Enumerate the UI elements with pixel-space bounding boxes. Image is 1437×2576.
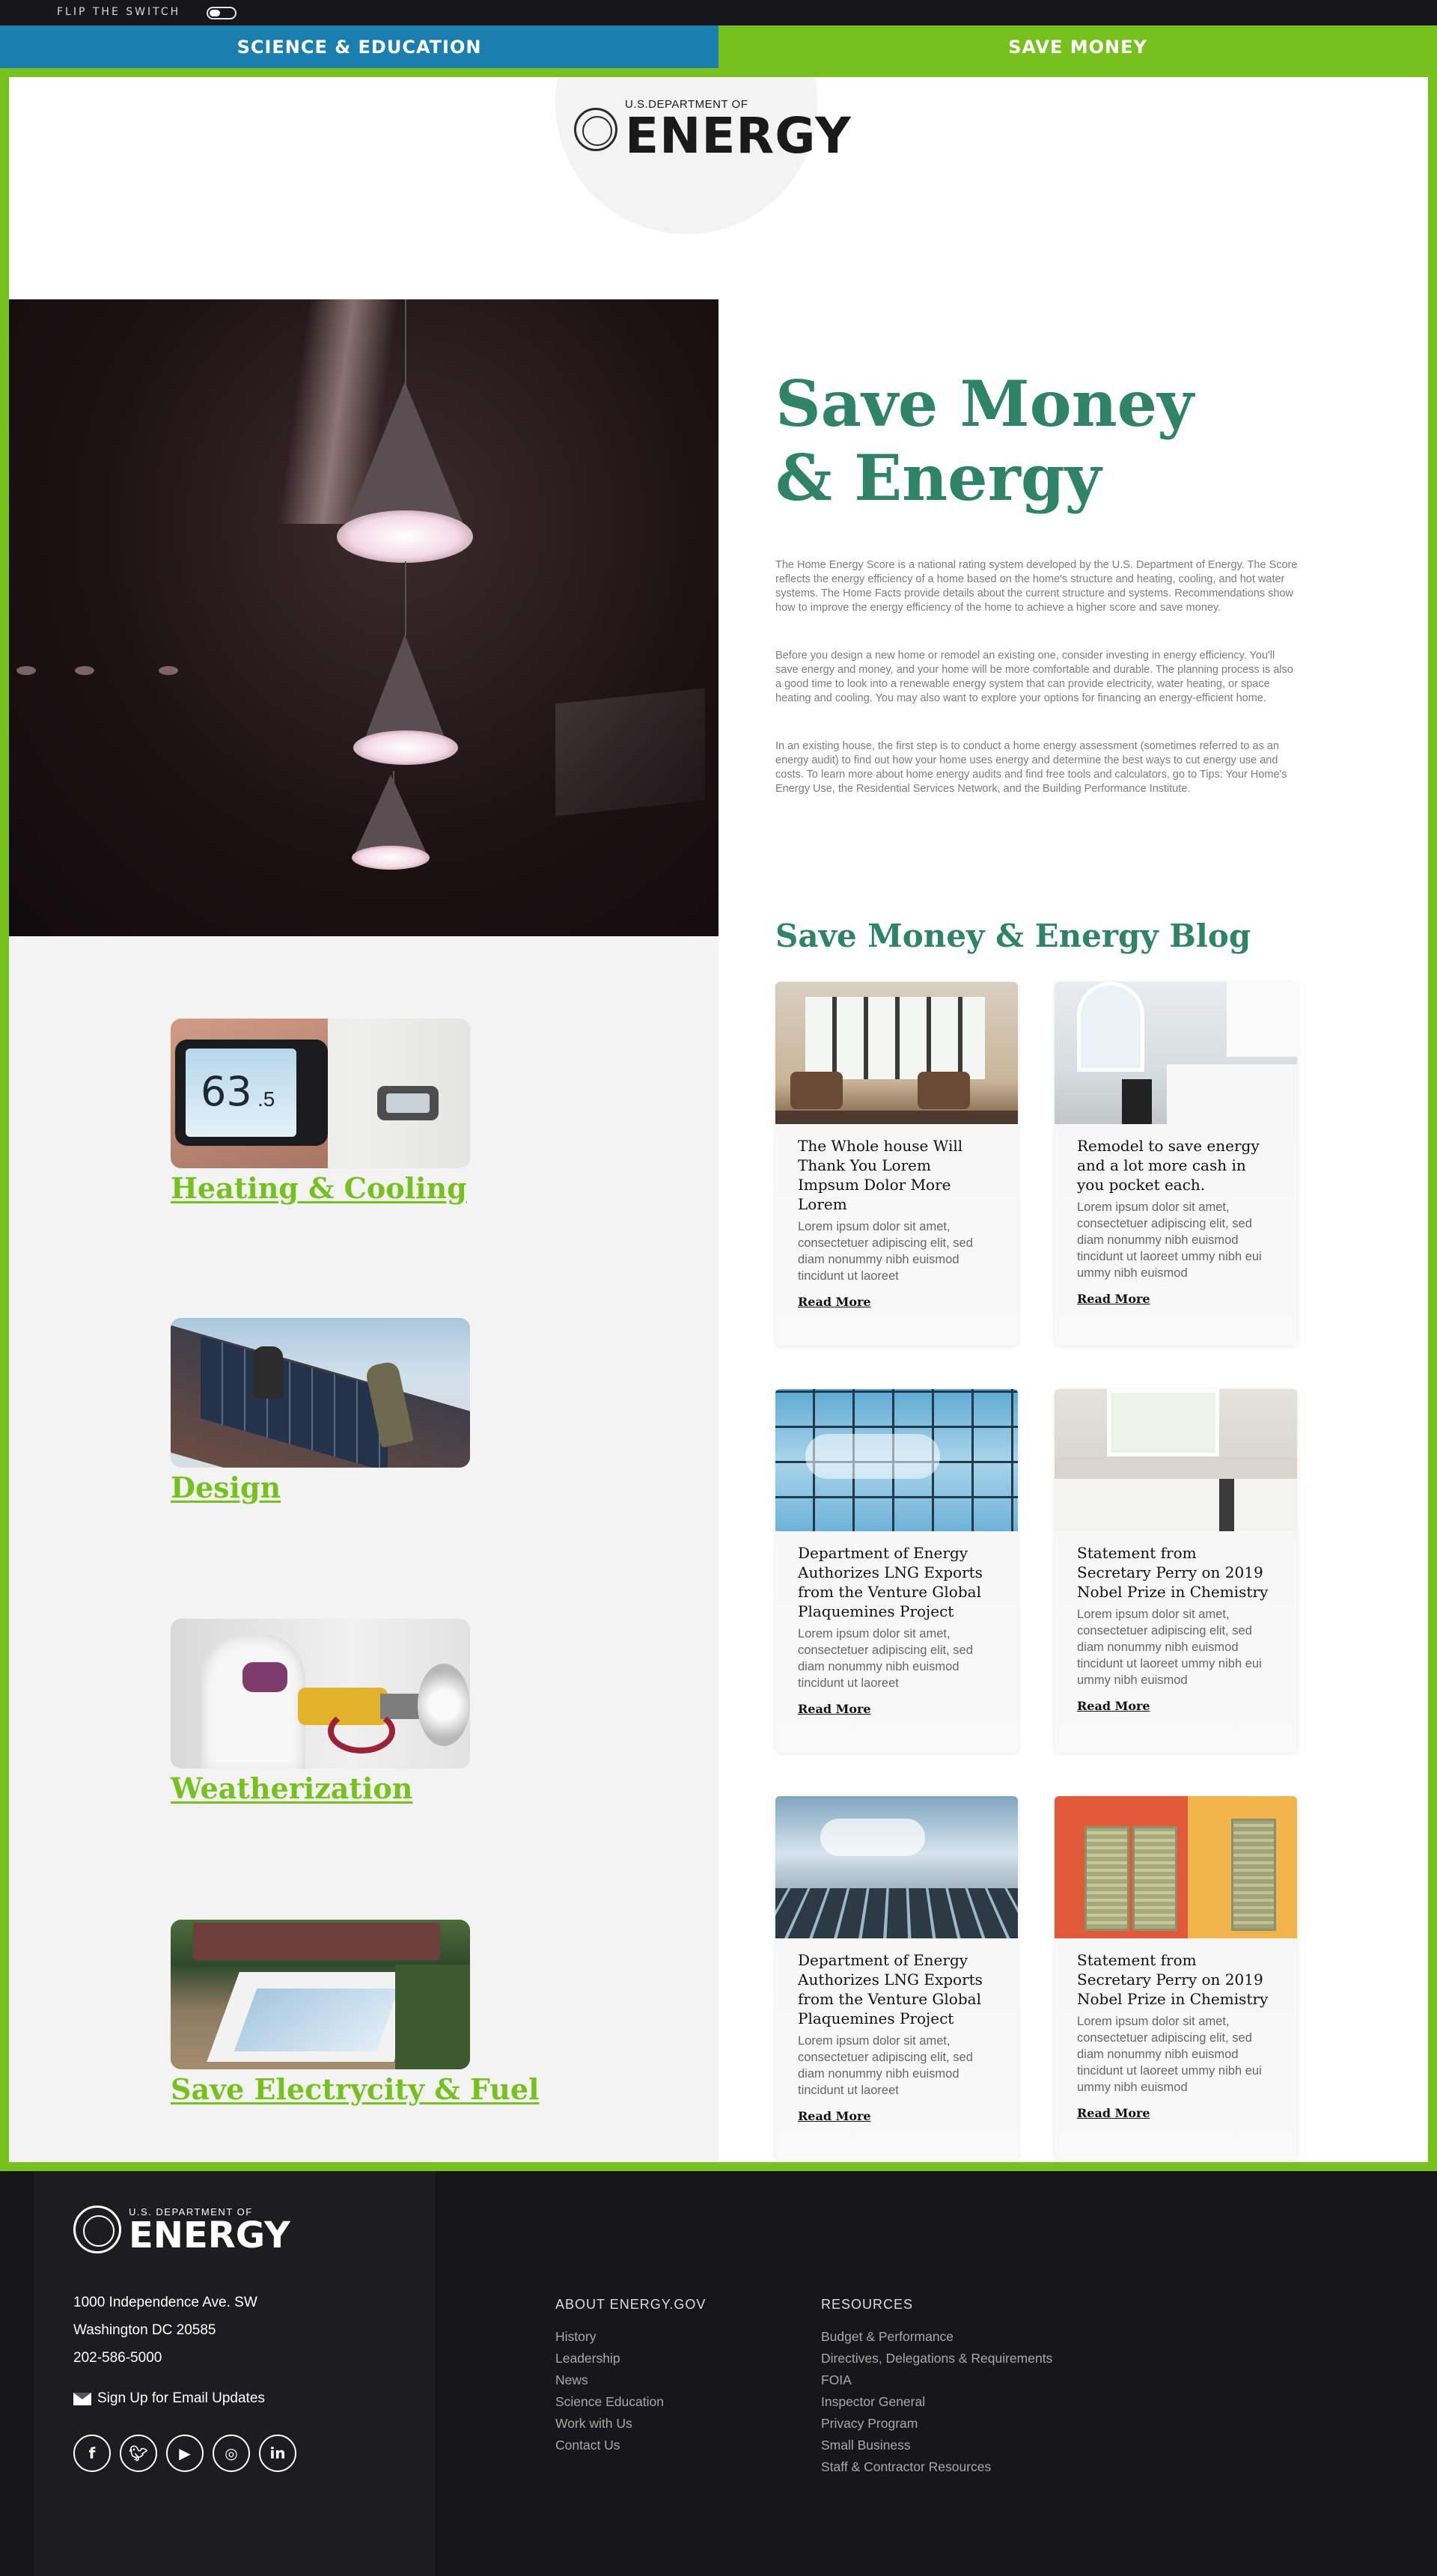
save-electricity-fuel-link[interactable]: Save Electrycity & Fuel [171,2072,545,2106]
kitchen-window-image [1055,1389,1297,1531]
footer-link-privacy[interactable]: Privacy Program [821,2413,1052,2435]
blog-section-title: Save Money & Energy Blog [775,918,1251,954]
site-footer: U.S. DEPARTMENT OF ENERGY [0,2171,1437,2576]
footer-link-foia[interactable]: FOIA [821,2369,1052,2391]
footer-link-work-with-us[interactable]: Work with Us [555,2413,706,2435]
blog-card: Statement from Secretary Perry on 2019 N… [1055,1389,1297,1753]
blog-card-excerpt: Lorem ipsum dolor sit amet, consectetuer… [1077,1200,1262,1280]
twitter-icon[interactable]: 🐦︎ [120,2435,157,2472]
page-title: Save Money & Energy [775,367,1299,515]
footer-logo-big-text: ENERGY [129,2214,290,2256]
page-frame: U.S.DEPARTMENT OF ENERGY 63 .5 Heating &… [0,68,1437,2171]
page-title-line-1: Save Money [775,367,1194,441]
tab-save-money[interactable]: SAVE MONEY [718,25,1437,68]
read-more-link[interactable]: Read More [798,2109,871,2123]
heating-cooling-link[interactable]: Heating & Cooling [171,1171,545,1205]
hero-image [9,299,718,936]
toggle-knob [210,10,220,16]
blog-card-excerpt: Lorem ipsum dolor sit amet, consectetuer… [798,1220,973,1283]
blog-card: Department of Energy Authorizes LNG Expo… [775,1796,1018,2160]
footer-link-leadership[interactable]: Leadership [555,2348,706,2369]
tab-science-education[interactable]: SCIENCE & EDUCATION [0,25,718,68]
footer-link-news[interactable]: News [555,2369,706,2391]
shutters-image [1055,1796,1297,1938]
blog-card: Remodel to save energy and a lot more ca… [1055,982,1297,1346]
blog-card-title: The Whole house Will Thank You Lorem Imp… [798,1137,963,1213]
intro-paragraph-1: The Home Energy Score is a national rati… [775,559,1298,614]
thermostat-decimal: .5 [257,1087,275,1111]
social-links: f 🐦︎ ▶ ◎ in [73,2435,305,2472]
email-signup-label: Sign Up for Email Updates [97,2390,265,2406]
footer-link-directives[interactable]: Directives, Delegations & Requirements [821,2348,1052,2369]
blog-card: Statement from Secretary Perry on 2019 N… [1055,1796,1297,2160]
top-bar: FLIP THE SWITCH [0,0,1437,25]
category-column: 63 .5 Heating & Cooling Design Weatheriz… [9,936,718,2162]
glass-facade-image [775,1389,1018,1531]
weatherization-link[interactable]: Weatherization [171,1771,545,1805]
living-room-image [775,982,1018,1124]
blog-card-title: Department of Energy Authorizes LNG Expo… [798,1544,983,1620]
page-content: U.S.DEPARTMENT OF ENERGY 63 .5 Heating &… [9,77,1428,2162]
blog-card-excerpt: Lorem ipsum dolor sit amet, consectetuer… [1077,2015,1262,2094]
facebook-icon[interactable]: f [73,2435,111,2472]
insulation-worker-image [171,1619,470,1768]
intro-paragraph-2: Before you design a new home or remodel … [775,650,1293,704]
category-weatherization: Weatherization [171,1619,545,1805]
footer-link-inspector-general[interactable]: Inspector General [821,2391,1052,2413]
site-tabs: SCIENCE & EDUCATION SAVE MONEY [0,25,1437,68]
design-link[interactable]: Design [171,1471,545,1504]
blog-card-excerpt: Lorem ipsum dolor sit amet, consectetuer… [1077,1608,1262,1687]
footer-link-staff-resources[interactable]: Staff & Contractor Resources [821,2456,1052,2478]
solar-roof-image [171,1318,470,1468]
logo-big-text: ENERGY [625,106,852,165]
doe-seal-icon [73,2206,121,2253]
read-more-link[interactable]: Read More [1077,2106,1150,2120]
blog-card: Department of Energy Authorizes LNG Expo… [775,1389,1018,1753]
flip-switch-label: FLIP THE SWITCH [57,6,181,18]
footer-link-science-education[interactable]: Science Education [555,2391,706,2413]
blog-card-title: Statement from Secretary Perry on 2019 N… [1077,1951,1269,2008]
envelope-icon [73,2392,91,2405]
skylight-image [171,1920,470,2069]
thermostat-reading: 63 [201,1068,252,1115]
page-title-line-2: & Energy [775,441,1102,516]
linkedin-icon[interactable]: in [259,2435,296,2472]
footer-link-history[interactable]: History [555,2326,706,2348]
footer-link-small-business[interactable]: Small Business [821,2435,1052,2456]
footer-doe-logo[interactable]: U.S. DEPARTMENT OF ENERGY [73,2206,290,2253]
category-heating-cooling: 63 .5 Heating & Cooling [171,1019,545,1205]
category-design: Design [171,1318,545,1504]
footer-resources-heading: RESOURCES [821,2297,914,2312]
read-more-link[interactable]: Read More [1077,1292,1150,1306]
blog-card: The Whole house Will Thank You Lorem Imp… [775,982,1018,1346]
blog-card-excerpt: Lorem ipsum dolor sit amet, consectetuer… [798,1627,973,1690]
footer-link-contact-us[interactable]: Contact Us [555,2435,706,2456]
category-save-electricity-fuel: Save Electrycity & Fuel [171,1920,545,2106]
blog-card-title: Remodel to save energy and a lot more ca… [1077,1137,1260,1194]
doe-seal-icon [574,108,617,151]
footer-about-heading: ABOUT ENERGY.GOV [555,2297,707,2312]
footer-link-budget[interactable]: Budget & Performance [821,2326,1052,2348]
thermostat-image: 63 .5 [171,1019,470,1168]
blog-card-excerpt: Lorem ipsum dolor sit amet, consectetuer… [798,2034,973,2097]
read-more-link[interactable]: Read More [798,1295,871,1309]
blog-card-title: Statement from Secretary Perry on 2019 N… [1077,1544,1269,1601]
intro-paragraph-3: In an existing house, the first step is … [775,740,1287,795]
read-more-link[interactable]: Read More [1077,1699,1150,1713]
instagram-icon[interactable]: ◎ [213,2435,250,2472]
footer-address-line-2: Washington DC 20585 [73,2322,216,2338]
skyscraper-image [775,1796,1018,1938]
footer-phone: 202-586-5000 [73,2350,162,2366]
read-more-link[interactable]: Read More [798,1702,871,1716]
flip-switch-toggle[interactable] [207,7,237,19]
email-signup-link[interactable]: Sign Up for Email Updates [73,2390,265,2407]
footer-address-line-1: 1000 Independence Ave. SW [73,2295,257,2310]
kitchen-image [1055,982,1297,1124]
footer-about-column: ABOUT ENERGY.GOV History Leadership News… [555,2297,706,2456]
doe-logo[interactable]: U.S.DEPARTMENT OF ENERGY [574,99,852,165]
footer-resources-column: RESOURCES Budget & Performance Directive… [821,2297,1052,2478]
youtube-icon[interactable]: ▶ [166,2435,204,2472]
main-column: Save Money & Energy The Home Energy Scor… [718,299,1428,2162]
blog-card-title: Department of Energy Authorizes LNG Expo… [798,1951,983,2027]
